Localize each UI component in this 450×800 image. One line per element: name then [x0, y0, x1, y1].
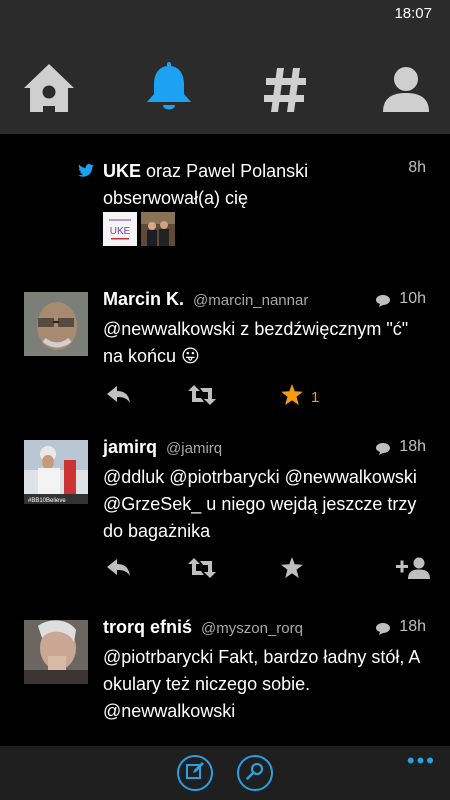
- status-clock: 18:07: [394, 5, 432, 22]
- tweet-text: @piotrbarycki Fakt, bardzo ładny stół, A…: [103, 647, 420, 721]
- tweet-header: Marcin K. @marcin_nannar: [103, 289, 308, 310]
- notification-joiner: oraz: [146, 161, 182, 181]
- notification-actor[interactable]: UKE: [103, 161, 141, 181]
- status-bar: 18:07: [0, 0, 450, 26]
- notification-actor-2[interactable]: Pawel Polanski: [186, 161, 308, 181]
- twitter-bird-icon: [78, 164, 94, 182]
- tab-home[interactable]: [19, 62, 79, 118]
- reply-icon: [107, 558, 131, 582]
- conversation-icon: [376, 622, 391, 640]
- tweet-author-handle[interactable]: @marcin_nannar: [193, 292, 308, 309]
- notification-action: obserwował(a) cię: [103, 188, 249, 208]
- tweet-item[interactable]: #BB10Believe jamirq @jamirq 18h @ddluk @…: [0, 437, 450, 590]
- tab-discover[interactable]: [257, 62, 317, 118]
- retweet-icon: [188, 384, 216, 410]
- star-icon: [281, 384, 303, 410]
- conversation-icon: [376, 442, 391, 460]
- tweet-header: trorq efniś @myszon_rorq: [103, 617, 303, 638]
- tweet-actions: 1: [0, 382, 450, 412]
- home-icon: [19, 62, 79, 118]
- avatar[interactable]: #BB10Believe: [24, 440, 88, 504]
- follow-notification[interactable]: UKE oraz Pawel Polanski obserwował(a) ci…: [0, 134, 450, 264]
- retweet-icon: [188, 557, 216, 583]
- favorite-button[interactable]: [281, 555, 303, 585]
- reply-icon: [107, 385, 131, 409]
- follow-user-button[interactable]: [396, 555, 430, 585]
- tab-notifications[interactable]: [139, 62, 199, 118]
- tweet-author-handle[interactable]: @myszon_rorq: [201, 620, 303, 637]
- favorite-count: 1: [311, 388, 320, 406]
- tweet-author-name[interactable]: Marcin K.: [103, 289, 184, 309]
- tab-profile[interactable]: [376, 62, 436, 118]
- top-nav-bar: [0, 26, 450, 150]
- tweet-text: @ddluk @piotrbarycki @newwalkowski @Grze…: [103, 467, 417, 541]
- follower-avatar-pawel[interactable]: [141, 212, 175, 246]
- avatar[interactable]: [24, 292, 88, 356]
- avatar-tag: #BB10Believe: [28, 498, 66, 504]
- compose-icon: [186, 761, 204, 785]
- tweet-time: 18h: [376, 618, 426, 636]
- search-icon: [246, 762, 264, 785]
- favorite-button[interactable]: 1: [281, 382, 319, 412]
- reply-button[interactable]: [107, 382, 131, 412]
- tweet-time-text: 10h: [399, 290, 426, 307]
- uke-logo-text: UKE: [110, 226, 131, 237]
- notifications-feed[interactable]: UKE oraz Pawel Polanski obserwował(a) ci…: [0, 134, 450, 746]
- app-bar: •••: [0, 746, 450, 800]
- retweet-button[interactable]: [188, 555, 216, 585]
- star-icon: [281, 557, 303, 583]
- tweet-author-name[interactable]: jamirq: [103, 437, 157, 457]
- avatar[interactable]: [24, 620, 88, 684]
- notification-text: UKE oraz Pawel Polanski obserwował(a) ci…: [103, 158, 393, 212]
- tweet-author-handle[interactable]: @jamirq: [166, 440, 222, 457]
- tweet-actions: [0, 555, 450, 585]
- tweet-text: @newwalkowski z bezdźwięcznym "ć" na koń…: [103, 319, 409, 366]
- follower-avatar-uke[interactable]: UKE: [103, 212, 137, 246]
- tweet-header: jamirq @jamirq: [103, 437, 222, 458]
- reply-button[interactable]: [107, 555, 131, 585]
- tweet-time: 18h: [376, 438, 426, 456]
- more-menu-button[interactable]: •••: [407, 748, 436, 774]
- add-person-icon: [396, 557, 430, 584]
- tweet-time: 10h: [376, 290, 426, 308]
- search-button[interactable]: [237, 755, 273, 791]
- conversation-icon: [376, 294, 391, 312]
- compose-button[interactable]: [177, 755, 213, 791]
- tweet-author-name[interactable]: trorq efniś: [103, 617, 192, 637]
- tweet-time-text: 18h: [399, 438, 426, 455]
- tweet-time-text: 18h: [399, 618, 426, 635]
- tweet-item[interactable]: Marcin K. @marcin_nannar 10h @newwalkows…: [0, 289, 450, 412]
- tweet-item[interactable]: trorq efniś @myszon_rorq 18h @piotrbaryc…: [0, 617, 450, 746]
- person-icon: [376, 62, 436, 118]
- retweet-button[interactable]: [188, 382, 216, 412]
- bell-icon: [139, 62, 199, 118]
- hashtag-icon: [257, 62, 317, 118]
- notification-time: 8h: [408, 159, 426, 176]
